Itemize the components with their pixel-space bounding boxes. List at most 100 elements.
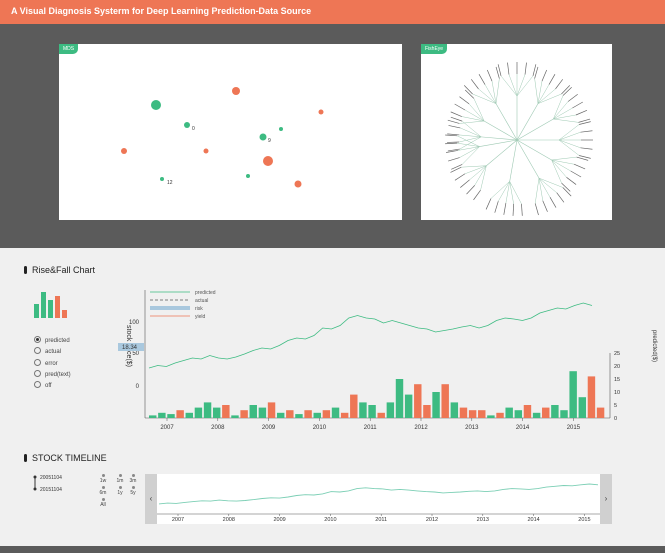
bar[interactable] <box>596 407 605 418</box>
zoom-dot-icon <box>101 498 105 501</box>
risefall-title: Rise&Fall Chart <box>32 265 96 275</box>
bar[interactable] <box>258 407 267 418</box>
fisheye-tree[interactable] <box>421 44 612 220</box>
bar[interactable] <box>222 405 230 418</box>
tree-branch <box>516 118 554 141</box>
bar[interactable] <box>441 384 449 418</box>
bar[interactable] <box>149 415 157 418</box>
bar[interactable] <box>423 405 431 418</box>
bar[interactable] <box>158 412 166 418</box>
bar[interactable] <box>313 412 321 418</box>
bar[interactable] <box>331 407 340 418</box>
bar[interactable] <box>350 394 358 418</box>
bar[interactable] <box>404 394 413 418</box>
tree-leaf-label <box>575 109 588 116</box>
zoom-button-6m[interactable]: 6m <box>98 486 108 496</box>
tree-leaf-label <box>524 62 527 75</box>
zoom-button-5y[interactable]: 5y <box>128 486 138 496</box>
bar[interactable] <box>377 412 385 418</box>
bar[interactable] <box>569 371 577 418</box>
bar[interactable] <box>551 405 559 418</box>
radio-dot-icon[interactable] <box>34 381 41 388</box>
bar[interactable] <box>560 410 568 418</box>
bar[interactable] <box>505 407 513 418</box>
mds-point[interactable] <box>151 100 161 110</box>
tree-branch <box>495 103 518 141</box>
bar[interactable] <box>176 410 184 418</box>
radio-dot-icon[interactable] <box>34 347 41 354</box>
mds-point[interactable] <box>259 133 267 141</box>
bar[interactable] <box>450 402 459 418</box>
mds-point[interactable] <box>294 180 302 188</box>
bar[interactable] <box>459 407 468 418</box>
bar[interactable] <box>185 412 193 418</box>
bar[interactable] <box>194 407 203 418</box>
bar[interactable] <box>359 402 367 418</box>
zoom-button-all[interactable]: All <box>98 498 108 508</box>
zoom-button-1y[interactable]: 1y <box>115 486 125 496</box>
timeline-next-button[interactable]: › <box>600 474 612 524</box>
x-tick-label: 2013 <box>465 425 479 431</box>
bar[interactable] <box>203 402 212 418</box>
zoom-button-3m[interactable]: 3m <box>128 474 138 484</box>
bar[interactable] <box>295 414 303 418</box>
bar[interactable] <box>240 410 248 418</box>
bar[interactable] <box>578 397 587 418</box>
bar[interactable] <box>304 410 312 418</box>
mds-point[interactable] <box>279 127 283 131</box>
mds-panel[interactable]: MDS 0 9 12 <box>59 44 402 220</box>
bar[interactable] <box>322 410 331 418</box>
tree-leaf-label <box>541 69 548 82</box>
mds-point[interactable] <box>263 156 273 166</box>
radio-dot-icon[interactable] <box>34 370 41 377</box>
radio-dot-icon[interactable] <box>34 359 41 366</box>
radio-off[interactable]: off <box>34 381 52 389</box>
bar[interactable] <box>542 407 550 418</box>
mds-point[interactable] <box>203 148 209 154</box>
bar[interactable] <box>468 410 477 418</box>
radio-pred-text[interactable]: pred(text) <box>34 370 71 378</box>
fisheye-panel[interactable]: FishEye <box>421 44 612 220</box>
tree-leaf-label <box>549 196 557 208</box>
timeline-prev-button[interactable]: ‹ <box>145 474 157 524</box>
zoom-button-1w[interactable]: 1w <box>98 474 108 484</box>
radio-dot-icon[interactable] <box>34 336 41 343</box>
radio-actual[interactable]: actual <box>34 347 61 355</box>
bar-chart-icon <box>34 292 67 318</box>
bar[interactable] <box>286 410 294 418</box>
bar[interactable] <box>587 376 596 418</box>
zoom-button-label: All <box>100 502 106 508</box>
bar[interactable] <box>276 412 285 418</box>
bar[interactable] <box>340 412 349 418</box>
bar[interactable] <box>395 379 404 418</box>
bar[interactable] <box>487 415 495 418</box>
bar[interactable] <box>231 415 239 418</box>
bar[interactable] <box>249 405 257 418</box>
mds-point[interactable] <box>121 148 127 154</box>
radio-error[interactable]: error <box>34 359 58 367</box>
bar[interactable] <box>267 402 276 418</box>
bar[interactable] <box>414 384 422 418</box>
risefall-chart[interactable]: stock price($)predicted($)05010005101520… <box>115 285 660 435</box>
bar[interactable] <box>368 405 376 418</box>
zoom-button-1m[interactable]: 1m <box>115 474 125 484</box>
mds-point[interactable] <box>318 109 324 115</box>
bar[interactable] <box>523 405 532 418</box>
timeline-chart[interactable]: 2007 2008 2009 2010 2011 2012 2013 2014 2015 <box>157 474 600 524</box>
bar[interactable] <box>496 412 504 418</box>
tree-leaf-label <box>494 201 499 213</box>
bar[interactable] <box>212 407 221 418</box>
bar[interactable] <box>386 402 395 418</box>
mds-scatter[interactable]: 0 9 12 <box>59 44 402 220</box>
bar[interactable] <box>514 410 523 418</box>
mds-point[interactable] <box>184 122 190 128</box>
tree-leaf-edge <box>551 159 562 184</box>
bar[interactable] <box>532 412 541 418</box>
bar[interactable] <box>478 410 486 418</box>
mds-point[interactable] <box>246 174 250 178</box>
mds-point[interactable] <box>232 87 240 95</box>
bar[interactable] <box>167 414 175 418</box>
mds-point[interactable] <box>160 177 164 181</box>
radio-predicted[interactable]: predicted <box>34 336 70 344</box>
bar[interactable] <box>432 392 440 418</box>
